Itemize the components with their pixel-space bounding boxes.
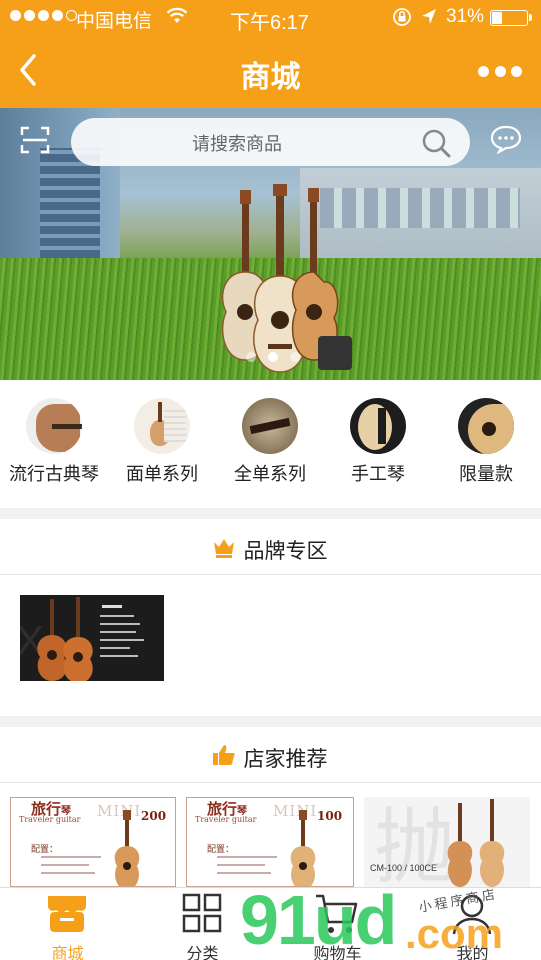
battery-tip (529, 14, 532, 21)
guitar-soundhole-icon (350, 398, 406, 454)
search-input[interactable]: 请搜索商品 (71, 118, 470, 166)
product-model-text: CM-100 / 100CE (370, 863, 438, 873)
page-title: 商城 (240, 61, 301, 94)
product-cm100-image: 抛 (374, 799, 505, 887)
category-row: 流行古典琴 面单系列 全单系列 手工琴 限量款 (0, 380, 541, 508)
brand-section-header: 品牌专区 (0, 519, 541, 575)
category-limited[interactable]: 限量款 (432, 398, 540, 486)
pager-dot[interactable] (246, 352, 256, 362)
bottom-tab-bar: 商城 分类 购物车 我的 (0, 887, 541, 960)
store-page: 中国电信 下午6:17 31% 商城 请搜索商品 流行古典琴 面单系列 全单系列… (0, 0, 541, 960)
recommend-section-header: 店家推荐 (0, 727, 541, 783)
scan-icon (20, 126, 50, 154)
guitar-bridge-icon (242, 398, 298, 454)
banner-guitar-case (318, 336, 352, 370)
recommend-section: 店家推荐 旅行琴 Traveler guitar MINI 200 配置： 旅行… (0, 727, 541, 887)
poster-subtitle: Traveler guitar (195, 815, 257, 824)
category-solid[interactable]: 全单系列 (216, 398, 324, 486)
tab-store[interactable]: 商城 (0, 888, 135, 960)
banner-pager[interactable] (246, 352, 300, 362)
recommend-section-title: 店家推荐 (243, 748, 328, 771)
location-arrow-icon (420, 6, 438, 34)
message-button[interactable] (489, 124, 523, 155)
category-label: 面单系列 (126, 464, 198, 484)
poster-config-label: 配置： (31, 844, 59, 854)
more-button[interactable] (478, 62, 522, 80)
poster-spec-lines (41, 856, 101, 880)
classical-guitar-body-icon (26, 398, 82, 454)
tab-cart[interactable]: 购物车 (270, 888, 405, 960)
category-handmade[interactable]: 手工琴 (324, 398, 432, 486)
category-label: 全单系列 (234, 464, 306, 484)
tab-mine[interactable]: 我的 (405, 888, 540, 960)
brand-banner-card[interactable]: X (20, 595, 164, 681)
brand-guitar-image: X (20, 597, 144, 681)
scan-button[interactable] (20, 126, 50, 154)
wifi-icon (166, 7, 188, 30)
search-icon[interactable] (421, 128, 451, 158)
hero-banner[interactable]: 请搜索商品 (0, 108, 541, 380)
poster-config-label: 配置： (207, 844, 235, 854)
category-classical[interactable]: 流行古典琴 (0, 398, 108, 486)
pager-dot-active[interactable] (268, 352, 278, 362)
tab-label: 商城 (51, 946, 84, 960)
store-icon (48, 896, 86, 932)
guitar-cutaway-icon (458, 398, 514, 454)
chat-bubble-icon (490, 125, 522, 155)
category-laminate[interactable]: 面单系列 (108, 398, 216, 486)
brand-section-title: 品牌专区 (243, 540, 328, 563)
search-placeholder: 请搜索商品 (192, 134, 282, 154)
svg-text:抛: 抛 (374, 800, 456, 887)
battery-percent: 31% (446, 6, 485, 27)
banner-building-windows (320, 188, 520, 228)
signal-strength-icon (10, 10, 77, 21)
carrier-name: 中国电信 (76, 11, 153, 32)
category-label: 限量款 (459, 464, 513, 484)
product-card-mini-200[interactable]: 旅行琴 Traveler guitar MINI 200 配置： (10, 797, 176, 887)
tab-label: 分类 (186, 946, 219, 960)
category-label: 流行古典琴 (9, 464, 99, 484)
rotation-lock-icon (392, 6, 412, 34)
top-bar: 中国电信 下午6:17 31% 商城 (0, 0, 541, 108)
clock: 下午6:17 (230, 12, 309, 34)
tab-category[interactable]: 分类 (135, 888, 270, 960)
grid-icon (182, 893, 222, 933)
poster-spec-lines (217, 856, 277, 880)
poster-guitar-image (114, 810, 140, 886)
battery-icon (490, 10, 528, 26)
pager-dot[interactable] (290, 352, 300, 362)
brand-section: 品牌专区 X (0, 519, 541, 716)
poster-subtitle: Traveler guitar (19, 815, 81, 824)
cart-icon (316, 894, 358, 933)
user-icon (452, 894, 492, 935)
tab-label: 购物车 (313, 946, 362, 960)
product-card-mini-100[interactable]: 旅行琴 Traveler guitar MINI 100 配置： (186, 797, 354, 887)
product-card-cm100[interactable]: 抛 CM-100 / 100CE (364, 797, 530, 887)
tab-label: 我的 (456, 946, 489, 960)
more-dots-icon (478, 65, 489, 77)
acoustic-guitar-icon (134, 398, 190, 454)
status-bar: 中国电信 下午6:17 31% (0, 0, 541, 36)
category-label: 手工琴 (351, 464, 405, 484)
poster-guitar-image (290, 810, 316, 886)
